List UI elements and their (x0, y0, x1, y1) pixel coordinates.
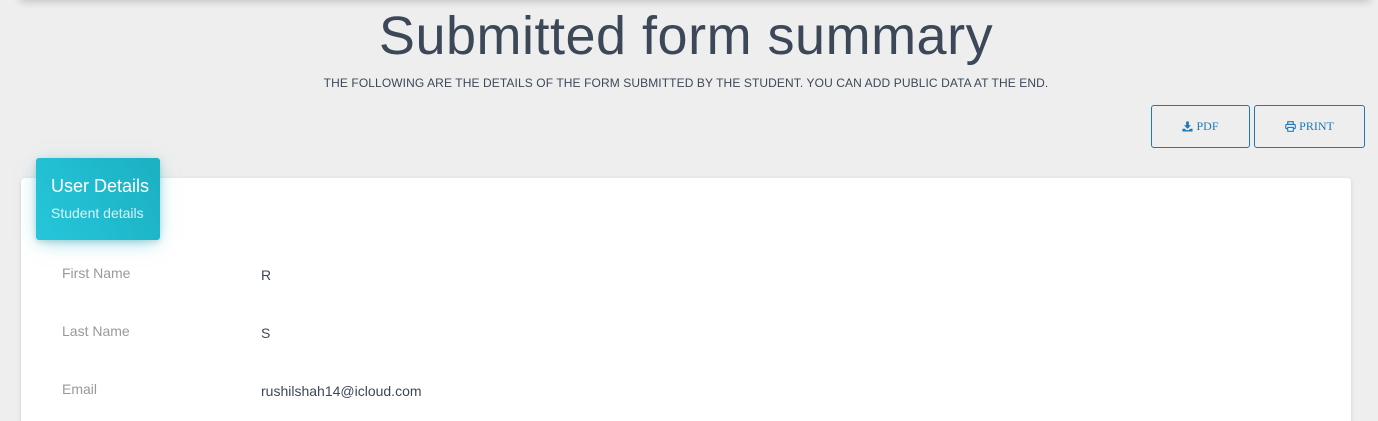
print-button[interactable]: PRINT (1254, 105, 1365, 148)
first-name-value: R (261, 267, 272, 283)
email-value: rushilshah14@icloud.com (261, 383, 422, 399)
user-details-card: First Name R Last Name S Email rushilsha… (21, 178, 1351, 421)
first-name-label: First Name (62, 265, 131, 281)
last-name-label: Last Name (62, 323, 130, 339)
last-name-value: S (261, 325, 271, 341)
card-title: User Details (51, 176, 150, 196)
printer-icon (1285, 121, 1296, 132)
page: Submitted form summary THE FOLLOWING ARE… (0, 0, 1378, 421)
card-header: User Details Student details (36, 158, 160, 240)
email-label: Email (62, 381, 98, 397)
card-subtitle: Student details (51, 205, 144, 221)
pdf-button-label: PDF (1196, 119, 1219, 133)
page-title: Submitted form summary (378, 6, 994, 66)
page-subtitle: THE FOLLOWING ARE THE DETAILS OF THE FOR… (323, 76, 1049, 90)
download-icon (1182, 121, 1194, 132)
pdf-button[interactable]: PDF (1151, 105, 1250, 148)
print-button-label: PRINT (1299, 119, 1334, 133)
